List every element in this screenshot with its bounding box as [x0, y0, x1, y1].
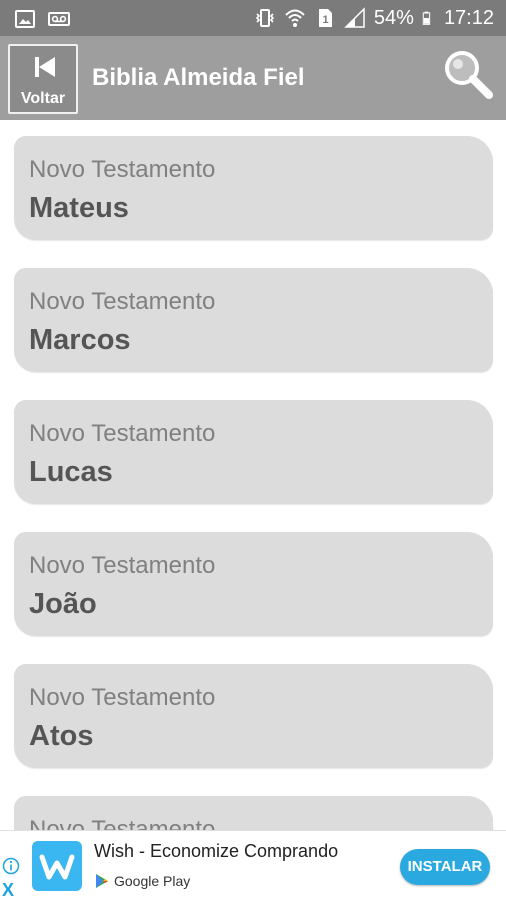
app-toolbar: Voltar Biblia Almeida Fiel — [0, 36, 506, 120]
book-testament: Novo Testamento — [29, 420, 216, 447]
vibrate-icon — [255, 9, 275, 27]
book-name: Marcos — [29, 324, 131, 356]
wish-logo — [32, 841, 82, 891]
sim1-icon: 1 — [318, 9, 332, 27]
book-testament: Novo Testamento — [29, 288, 216, 315]
book-item-joao[interactable]: Novo Testamento João — [14, 532, 493, 636]
book-name: João — [29, 588, 97, 620]
book-item-marcos[interactable]: Novo Testamento Marcos — [14, 268, 493, 372]
book-testament: Novo Testamento — [29, 684, 216, 711]
book-name: Atos — [29, 720, 94, 752]
book-item-partial[interactable]: Novo Testamento — [14, 796, 493, 830]
battery-percent: 54% — [373, 7, 414, 29]
ad-info-icon[interactable] — [2, 857, 20, 875]
book-item-mateus[interactable]: Novo Testamento Mateus — [14, 136, 493, 240]
search-icon — [445, 51, 493, 99]
book-name: Lucas — [29, 456, 113, 488]
svg-text:1: 1 — [322, 14, 328, 26]
wifi-icon — [285, 9, 305, 27]
book-testament: Novo Testamento — [29, 816, 216, 830]
skip-back-icon — [35, 57, 55, 77]
book-item-lucas[interactable]: Novo Testamento Lucas — [14, 400, 493, 504]
book-item-atos[interactable]: Novo Testamento Atos — [14, 664, 493, 768]
image-icon — [15, 10, 35, 28]
ad-close-icon[interactable]: X — [2, 881, 20, 899]
signal-icon — [344, 7, 365, 28]
status-bar: 1 54% 17:12 — [0, 0, 506, 36]
voicemail-icon — [48, 12, 70, 26]
status-right-icons: 1 54% 17:12 — [254, 5, 494, 31]
install-button[interactable]: INSTALAR — [400, 849, 490, 885]
back-button-label: Voltar — [20, 90, 66, 107]
ad-banner[interactable]: X Wish - Economize Comprando Google Play… — [0, 830, 506, 900]
ad-title: Wish - Economize Comprando — [94, 841, 339, 861]
clock: 17:12 — [443, 7, 494, 29]
search-button[interactable] — [440, 46, 496, 102]
google-play-badge: Google Play — [94, 873, 190, 889]
status-left-icons — [14, 8, 70, 30]
back-button[interactable]: Voltar — [8, 44, 78, 114]
google-play-label: Google Play — [114, 873, 191, 889]
book-testament: Novo Testamento — [29, 156, 216, 183]
battery-icon — [422, 11, 431, 25]
book-name: Mateus — [29, 192, 129, 224]
book-list: Novo Testamento Mateus Novo Testamento M… — [0, 120, 506, 830]
book-testament: Novo Testamento — [29, 552, 216, 579]
google-play-icon — [96, 874, 108, 888]
app-root: 1 54% 17:12 Voltar Biblia Almeida Fiel N… — [0, 0, 506, 900]
page-title: Biblia Almeida Fiel — [92, 64, 305, 91]
wish-w-icon — [39, 854, 75, 880]
